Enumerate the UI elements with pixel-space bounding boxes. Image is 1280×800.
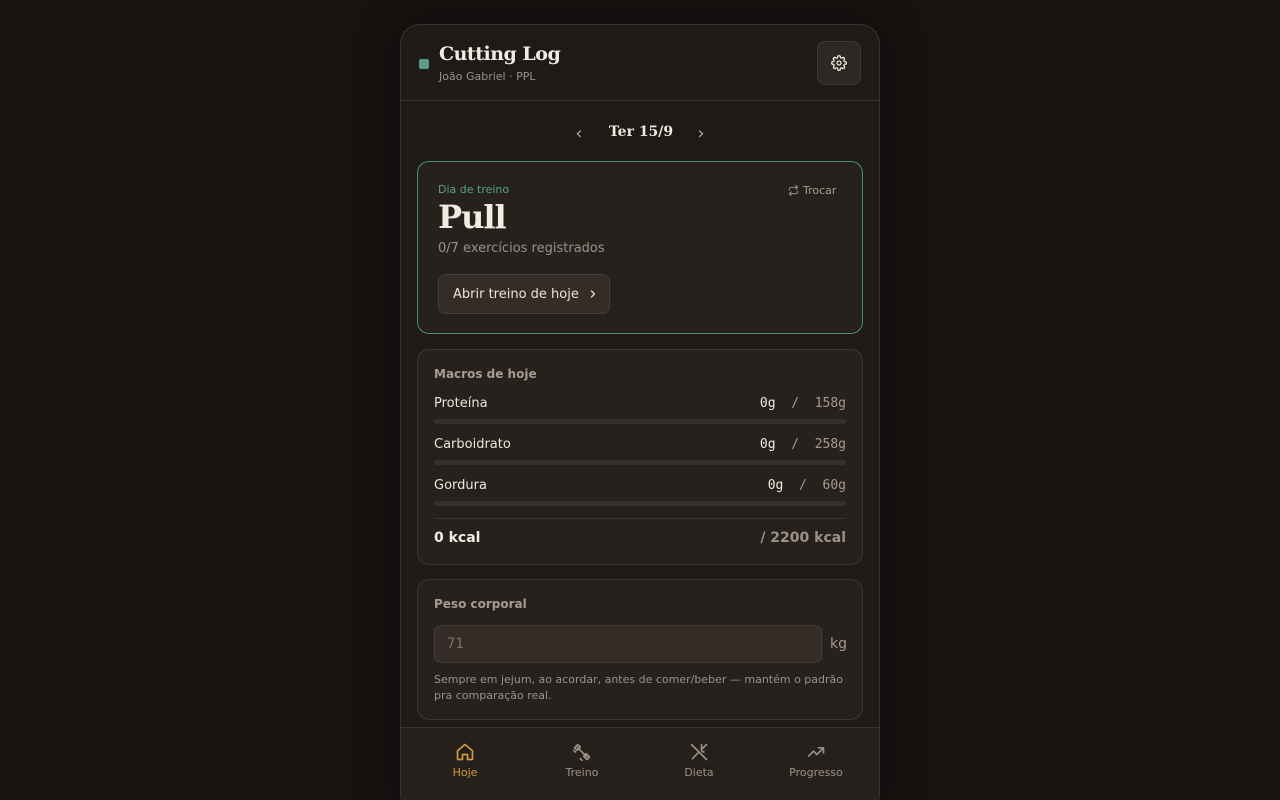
workout-name: Pull (438, 198, 507, 236)
swap-workout-button[interactable]: Trocar (788, 184, 836, 197)
macro-progress-bar (434, 460, 846, 465)
macro-current: 0g (767, 478, 784, 493)
macro-name: Carboidrato (434, 437, 511, 452)
nav-item-hoje[interactable]: Hoje (415, 742, 515, 786)
weight-hint: Sempre em jejum, ao acordar, antes de co… (434, 673, 844, 702)
nav-item-dieta[interactable]: Dieta (649, 742, 749, 786)
divider (434, 518, 846, 519)
kcal-current: 0 kcal (434, 530, 481, 546)
chevron-right-icon: › (697, 122, 705, 144)
trending-up-icon (807, 747, 825, 757)
gear-icon (831, 55, 847, 71)
body-weight-card: Peso corporal kg Sempre em jejum, ao aco… (417, 579, 863, 720)
macro-row-carbs: Carboidrato 0g / 258g (434, 437, 846, 467)
macro-value: 0g / 158g (759, 396, 846, 411)
weight-unit: kg (830, 636, 847, 652)
app-header: Cutting Log João Gabriel · PPL (401, 25, 879, 101)
app-subtitle: João Gabriel · PPL (439, 70, 536, 83)
kcal-target: / 2200 kcal (760, 530, 846, 546)
open-workout-button[interactable]: Abrir treino de hoje (438, 274, 610, 314)
weight-input[interactable] (434, 625, 822, 663)
open-workout-label: Abrir treino de hoje (453, 286, 579, 302)
dumbbell-icon (572, 743, 591, 762)
workout-progress: 0/7 exercícios registrados (438, 241, 605, 256)
macro-target: 60g (822, 478, 846, 493)
macro-name: Proteína (434, 396, 488, 411)
chevron-right-icon (590, 290, 595, 298)
nav-label: Dieta (684, 766, 714, 779)
home-icon (456, 743, 474, 761)
previous-day-button[interactable]: ‹ (567, 121, 591, 145)
macro-value: 0g / 60g (767, 478, 846, 493)
workout-kicker: Dia de treino (438, 183, 510, 196)
status-indicator (419, 59, 429, 69)
nav-item-treino[interactable]: Treino (532, 742, 632, 786)
nav-item-progresso[interactable]: Progresso (766, 742, 866, 786)
settings-button[interactable] (817, 41, 861, 85)
app-shell: Cutting Log João Gabriel · PPL ‹ Ter 15/… (400, 24, 880, 800)
macros-card: Macros de hoje Proteína 0g / 158g Carboi… (417, 349, 863, 565)
macro-value: 0g / 258g (759, 437, 846, 452)
next-day-button[interactable]: › (689, 121, 713, 145)
workout-card: Dia de treino Trocar Pull 0/7 exercícios… (417, 161, 863, 334)
macro-current: 0g (759, 396, 776, 411)
nav-label: Hoje (452, 766, 478, 779)
nav-label: Treino (565, 766, 599, 779)
macro-row-protein: Proteína 0g / 158g (434, 396, 846, 426)
app-title: Cutting Log (439, 43, 561, 65)
macro-target: 158g (814, 396, 846, 411)
macro-name: Gordura (434, 478, 487, 493)
swap-label: Trocar (803, 184, 837, 197)
repeat-icon (788, 185, 799, 196)
nav-label: Progresso (789, 766, 843, 779)
weight-title: Peso corporal (434, 597, 527, 611)
macro-progress-bar (434, 419, 846, 424)
utensils-icon (690, 743, 708, 761)
bottom-navigation: Hoje Treino Dieta Progresso (401, 727, 879, 800)
macros-title: Macros de hoje (434, 367, 537, 381)
macro-current: 0g (759, 437, 776, 452)
macro-row-fat: Gordura 0g / 60g (434, 478, 846, 508)
macro-target: 258g (814, 437, 846, 452)
chevron-left-icon: ‹ (575, 122, 583, 144)
macro-progress-bar (434, 501, 846, 506)
date-navigator: ‹ Ter 15/9 › (401, 121, 879, 145)
current-date: Ter 15/9 (608, 124, 674, 140)
